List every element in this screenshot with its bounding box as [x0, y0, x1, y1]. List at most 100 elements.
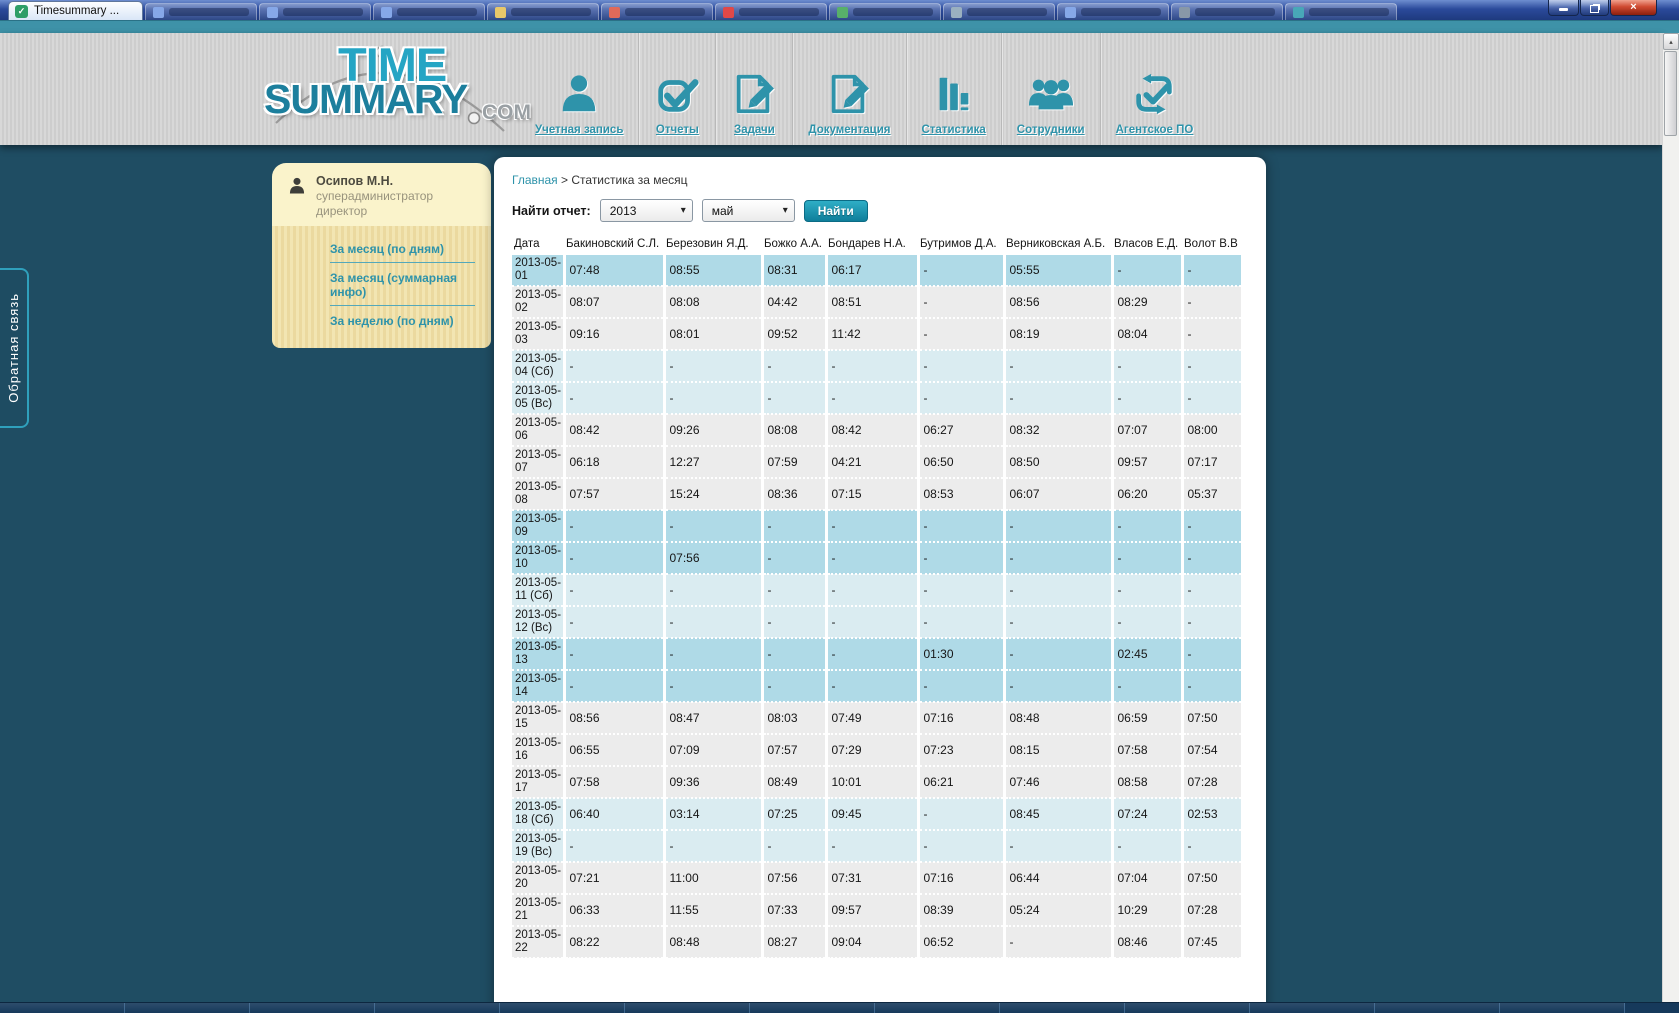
time-cell: -	[918, 670, 1004, 702]
column-header: Бакиновский С.Л.	[564, 235, 664, 255]
taskbar-button[interactable]	[0, 1003, 125, 1013]
taskbar-button[interactable]	[125, 1003, 250, 1013]
time-cell: 06:18	[564, 446, 664, 478]
breadcrumb-home-link[interactable]: Главная	[512, 173, 558, 187]
time-cell: 08:31	[762, 255, 826, 286]
time-cell: 07:17	[1182, 446, 1242, 478]
scrollbar-thumb[interactable]	[1664, 51, 1677, 136]
year-select[interactable]: 2013	[600, 199, 693, 222]
time-cell: -	[1112, 350, 1182, 382]
time-cell: 08:22	[564, 926, 664, 958]
time-cell: 11:55	[664, 894, 762, 926]
tab-title-blur	[625, 8, 705, 16]
time-cell: -	[1004, 926, 1112, 958]
browser-tab[interactable]	[943, 3, 1055, 20]
browser-tab[interactable]	[829, 3, 941, 20]
browser-tab[interactable]	[715, 3, 827, 20]
browser-window: Timesummary ... TIME SUMMARY COM Учетная…	[0, 0, 1679, 1013]
month-select-value: май	[712, 204, 734, 218]
table-row: 2013-05-09--------	[512, 510, 1242, 542]
time-cell: 05:24	[1004, 894, 1112, 926]
taskbar-button[interactable]	[500, 1003, 625, 1013]
nav-item-label: Отчеты	[656, 124, 699, 136]
time-cell: 06:20	[1112, 478, 1182, 510]
browser-tab[interactable]	[487, 3, 599, 20]
table-row: 2013-05-05 (Вс)--------	[512, 382, 1242, 414]
browser-tab[interactable]	[259, 3, 371, 20]
date-cell: 2013-05-13	[512, 638, 564, 670]
time-cell: -	[1182, 318, 1242, 350]
taskbar-button[interactable]	[1500, 1003, 1625, 1013]
time-cell: 08:56	[1004, 286, 1112, 318]
nav-item-statistics[interactable]: Статистика	[906, 33, 1001, 145]
taskbar-button[interactable]	[1375, 1003, 1500, 1013]
taskbar-button[interactable]	[1250, 1003, 1375, 1013]
nav-item-employees[interactable]: Сотрудники	[1001, 33, 1100, 145]
time-cell: 12:27	[664, 446, 762, 478]
nav-item-documentation[interactable]: Документация	[792, 33, 905, 145]
browser-tab[interactable]	[1285, 3, 1397, 20]
taskbar-button[interactable]	[750, 1003, 875, 1013]
time-cell: 07:58	[564, 766, 664, 798]
close-button[interactable]	[1610, 0, 1657, 16]
nav-item-account[interactable]: Учетная запись	[520, 33, 638, 145]
sidebar-menu-item-1[interactable]: За месяц (по дням)	[330, 234, 475, 263]
time-cell: -	[664, 382, 762, 414]
time-cell: -	[1182, 670, 1242, 702]
browser-tab[interactable]	[145, 3, 257, 20]
tab-favicon-icon	[153, 7, 164, 18]
time-cell: -	[918, 574, 1004, 606]
sidebar-menu-item-3[interactable]: За неделю (по дням)	[330, 306, 475, 334]
sidebar-menu-item-2[interactable]: За месяц (суммарная инфо)	[330, 263, 475, 306]
find-button[interactable]: Найти	[804, 200, 868, 222]
time-cell: 01:30	[918, 638, 1004, 670]
minimize-button[interactable]	[1548, 0, 1579, 16]
time-cell: 08:04	[1112, 318, 1182, 350]
date-cell: 2013-05-07	[512, 446, 564, 478]
restore-button[interactable]	[1580, 0, 1609, 16]
time-cell: 08:55	[664, 255, 762, 286]
nav-item-label: Агентское ПО	[1116, 124, 1194, 136]
time-cell: 09:52	[762, 318, 826, 350]
nav-item-agent-software[interactable]: Агентское ПО	[1100, 33, 1209, 145]
taskbar-button[interactable]	[625, 1003, 750, 1013]
feedback-tab[interactable]: Обратная связь	[0, 268, 29, 428]
time-cell: 08:49	[762, 766, 826, 798]
browser-tab-active[interactable]: Timesummary ...	[8, 1, 143, 20]
nav-item-tasks[interactable]: Задачи	[715, 33, 792, 145]
time-cell: 09:16	[564, 318, 664, 350]
tab-title-blur	[283, 8, 363, 16]
time-cell: 07:29	[826, 734, 918, 766]
table-row: 2013-05-0608:4209:2608:0808:4206:2708:32…	[512, 414, 1242, 446]
taskbar-button[interactable]	[875, 1003, 1000, 1013]
taskbar-button[interactable]	[1125, 1003, 1250, 1013]
taskbar-button[interactable]	[1000, 1003, 1125, 1013]
time-cell: -	[762, 382, 826, 414]
time-cell: -	[762, 574, 826, 606]
time-cell: -	[1182, 255, 1242, 286]
time-cell: 07:28	[1182, 894, 1242, 926]
browser-tab[interactable]	[1171, 3, 1283, 20]
taskbar-button[interactable]	[250, 1003, 375, 1013]
month-select[interactable]: май	[702, 199, 795, 222]
time-cell: 07:16	[918, 702, 1004, 734]
sidebar-menu: За месяц (по дням)За месяц (суммарная ин…	[272, 226, 491, 348]
taskbar-button[interactable]	[375, 1003, 500, 1013]
nav-item-label: Статистика	[922, 124, 986, 136]
browser-tab[interactable]	[373, 3, 485, 20]
window-scrollbar[interactable]	[1662, 33, 1679, 1013]
browser-tab[interactable]	[1057, 3, 1169, 20]
date-cell: 2013-05-10	[512, 542, 564, 574]
time-cell: 07:09	[664, 734, 762, 766]
time-cell: 08:08	[664, 286, 762, 318]
user-card: Осипов М.Н. суперадминистратор директор	[272, 163, 491, 226]
breadcrumb: Главная > Статистика за месяц	[512, 173, 1248, 187]
site-logo[interactable]: TIME SUMMARY COM	[264, 37, 520, 143]
scrollbar-up-arrow-icon[interactable]	[1663, 33, 1679, 50]
nav-item-reports[interactable]: Отчеты	[638, 33, 715, 145]
table-row: 2013-05-10-07:56------	[512, 542, 1242, 574]
date-cell: 2013-05-20	[512, 862, 564, 894]
time-cell: 15:24	[664, 478, 762, 510]
table-row: 2013-05-2208:2208:4808:2709:0406:52-08:4…	[512, 926, 1242, 958]
browser-tab[interactable]	[601, 3, 713, 20]
